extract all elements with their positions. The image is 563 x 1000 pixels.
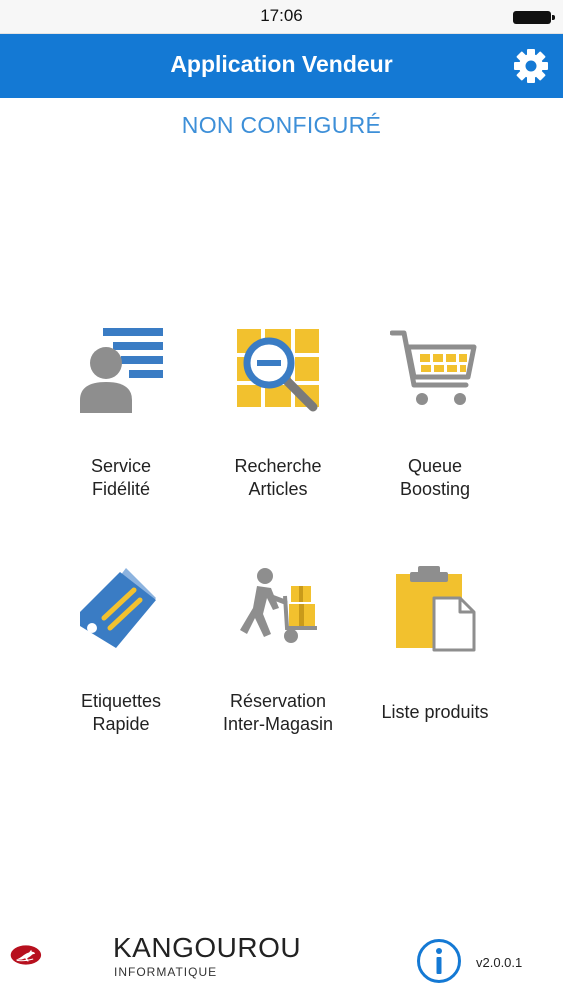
info-button[interactable] <box>416 938 462 984</box>
app-version: v2.0.0.1 <box>476 955 523 970</box>
search-articles-icon <box>237 329 319 412</box>
tile-label-line2: Boosting <box>399 479 471 499</box>
brand-subtitle: INFORMATIQUE <box>114 965 218 979</box>
gear-icon <box>514 49 548 83</box>
status-time: 17:06 <box>260 6 303 25</box>
page-title: Application Vendeur <box>170 51 393 77</box>
tile-label-line1: Recherche <box>234 456 322 476</box>
clipboard-list-icon <box>396 566 476 652</box>
tile-label-line1: Réservation <box>229 691 327 711</box>
tile-label-line1: Service <box>90 456 152 476</box>
brand-name: KANGOUROU <box>113 932 302 963</box>
customer-card-icon <box>80 328 163 413</box>
settings-button[interactable] <box>513 48 549 84</box>
tile-label-line1: Queue <box>407 456 463 476</box>
tile-label: Liste produits <box>381 702 489 722</box>
price-tags-icon <box>80 568 156 648</box>
kangourou-logo <box>10 945 42 965</box>
battery-icon <box>513 11 555 24</box>
shopping-cart-icon <box>390 330 477 405</box>
configuration-status: NON CONFIGURÉ <box>181 112 382 138</box>
tile-label-line1: Etiquettes <box>80 691 162 711</box>
tile-label-line2: Fidélité <box>91 479 151 499</box>
navbar: Application Vendeur <box>0 34 563 98</box>
status-bar: 17:06 <box>0 0 563 34</box>
tile-label-line2: Articles <box>248 479 308 499</box>
tile-label-line2: Rapide <box>92 714 150 734</box>
delivery-person-icon <box>240 568 317 643</box>
info-icon <box>417 939 461 983</box>
tile-label-line2: Inter-Magasin <box>222 714 334 734</box>
